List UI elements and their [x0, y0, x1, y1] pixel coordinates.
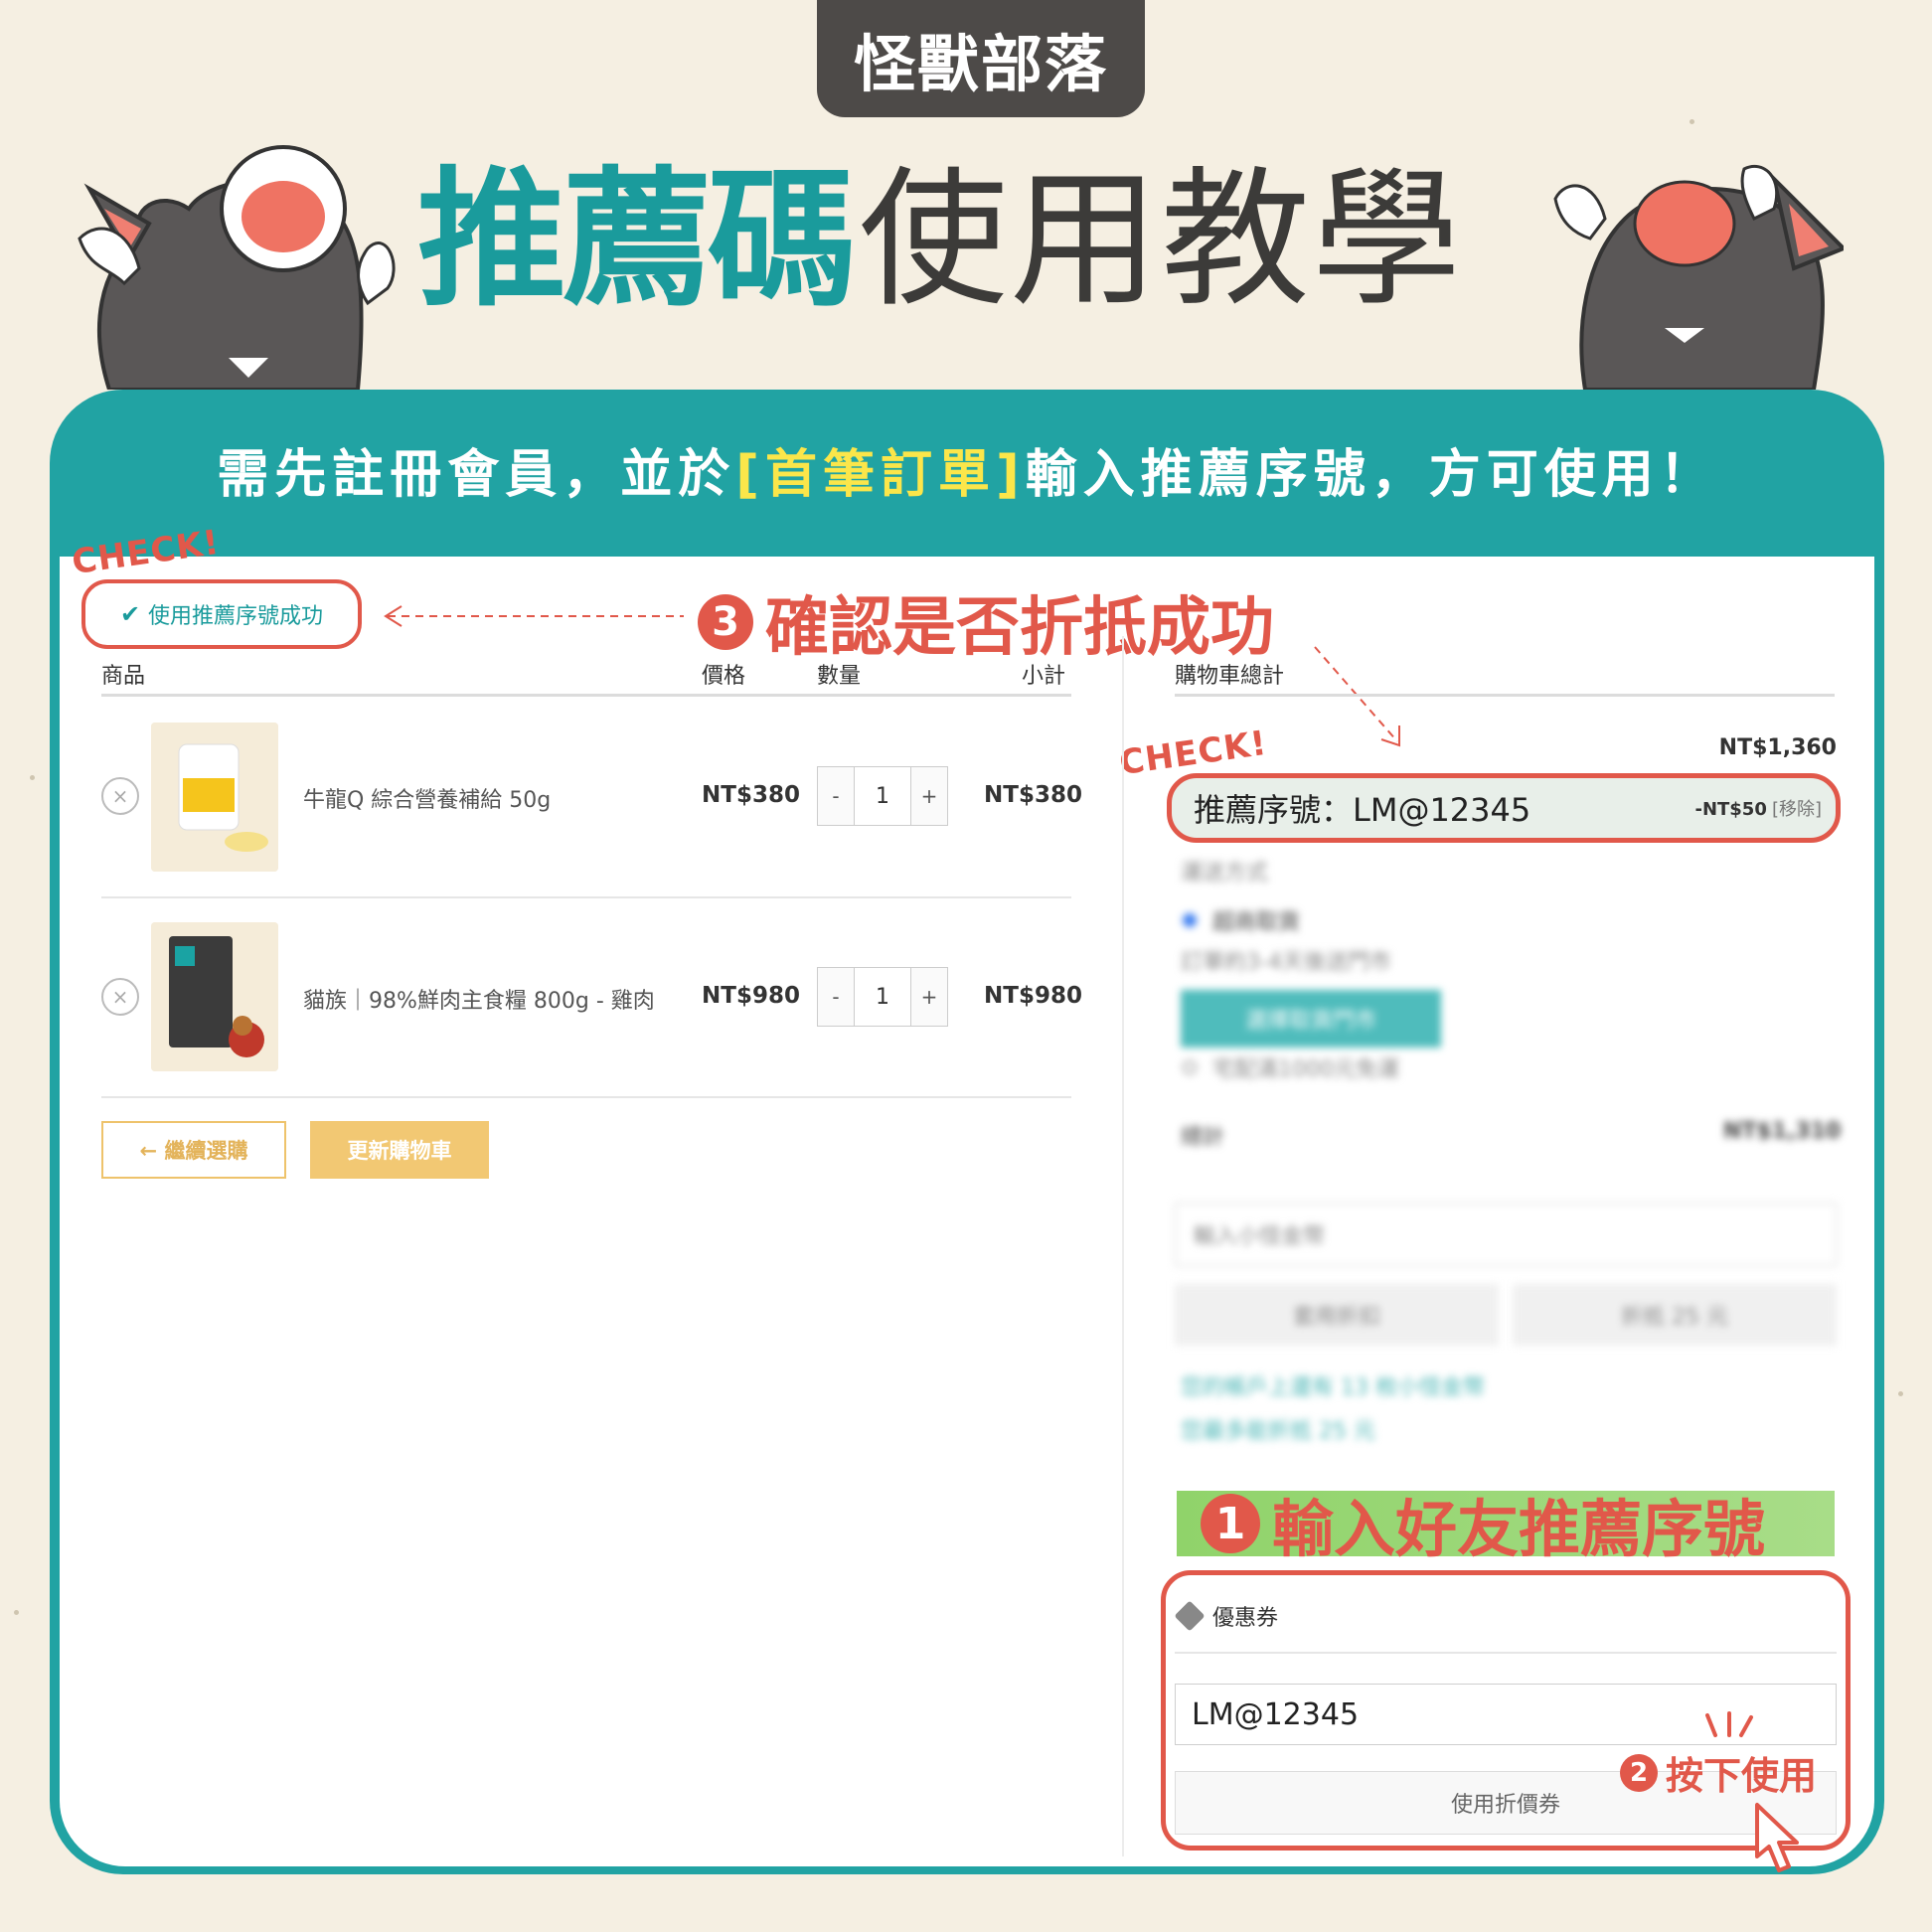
step2-text: 按下使用 [1666, 1754, 1818, 1798]
background-speck [30, 775, 35, 780]
background-speck [1690, 119, 1694, 124]
radio-icon [1183, 1060, 1197, 1074]
blurred-shipping-option: 超商取貨 [1183, 904, 1300, 936]
product-thumbnail [151, 922, 278, 1071]
remove-item-button[interactable]: × [101, 978, 139, 1016]
banner-highlight: [首筆訂單] [735, 444, 1026, 505]
product-name: 牛龍Q 綜合營養補給 50g [303, 788, 552, 813]
continue-shopping-button[interactable]: ← 繼續選購 [101, 1121, 286, 1179]
qty-value[interactable]: 1 [854, 767, 911, 825]
blurred-line: 您最多能折抵 25 元 [1181, 1419, 1375, 1444]
cat-mascot-right-illustration [1545, 139, 1844, 390]
tag-icon [1174, 1600, 1206, 1632]
blurred-line: 訂單約3-4天後送門市 [1181, 950, 1391, 975]
blurred-line: 您的帳戶上還有 13 枚小怪金幣 [1181, 1375, 1485, 1400]
step3-text: 確認是否折抵成功 [765, 591, 1274, 665]
blurred-line: 套用折扣 [1292, 1305, 1380, 1330]
dashed-arrow-down-icon [1314, 646, 1400, 747]
background-speck [14, 1610, 19, 1615]
blurred-line: 折抵 25 元 [1621, 1305, 1728, 1330]
background-speck [1898, 1391, 1903, 1396]
qty-value[interactable]: 1 [854, 968, 911, 1026]
row-divider [101, 896, 1071, 898]
success-label: 使用推薦序號成功 [148, 604, 324, 629]
product-subtotal: NT$980 [984, 983, 1082, 1009]
banner-text-2: 輸入推薦序號，方可使用！ [1025, 444, 1717, 505]
coupon-label: 優惠券 [1212, 1606, 1279, 1631]
coupon-divider [1175, 1652, 1837, 1654]
header-qty: 數量 [817, 664, 862, 689]
product-price: NT$980 [702, 983, 800, 1009]
step1-number: 1 [1201, 1494, 1260, 1553]
quantity-stepper[interactable]: - 1 + [817, 967, 948, 1027]
referral-remove-link[interactable]: [移除] [1772, 799, 1822, 820]
step2-annotation: 2 按下使用 [1620, 1745, 1817, 1800]
dashed-arrow-left-icon [384, 605, 684, 627]
blurred-coins-input: 輸入小怪金幣 [1175, 1203, 1837, 1266]
cat-mascot-left-illustration [70, 129, 398, 390]
column-divider [1122, 636, 1124, 1856]
blurred-delivery-option: 宅配滿1000元免運 [1183, 1051, 1399, 1083]
header-subtotal: 小計 [1022, 664, 1066, 689]
step1-annotation: 1 輸入好友推薦序號 [1177, 1491, 1835, 1565]
cart-subtotal-value: NT$1,360 [1718, 735, 1837, 760]
qty-increase-button[interactable]: + [911, 767, 947, 825]
step3-number: 3 [698, 594, 753, 650]
blurred-line: 選擇取貨門市 [1244, 1009, 1376, 1034]
step3-annotation: 3 確認是否折抵成功 [698, 576, 1274, 668]
blurred-store-button: 選擇取貨門市 [1181, 990, 1441, 1047]
blurred-line: 宅配滿1000元免運 [1212, 1057, 1399, 1082]
qty-decrease-button[interactable]: - [818, 767, 854, 825]
referral-discount-amount: -NT$50 [1694, 799, 1767, 820]
cart-total-divider [1175, 694, 1835, 697]
blurred-line: 總計 [1181, 1125, 1225, 1150]
qty-increase-button[interactable]: + [911, 968, 947, 1026]
referral-success-notice: ✔ 使用推薦序號成功 [81, 579, 362, 649]
product-price: NT$380 [702, 782, 800, 808]
blurred-line: NT$1,310 [1723, 1119, 1842, 1144]
header-product: 商品 [101, 664, 146, 689]
blurred-apply-discount-button: 套用折扣 [1175, 1284, 1499, 1346]
brand-logo-tab: 怪獸部落 [817, 0, 1145, 117]
blurred-line: 輸入小怪金幣 [1194, 1224, 1326, 1249]
header-price: 價格 [702, 664, 746, 689]
quantity-stepper[interactable]: - 1 + [817, 766, 948, 826]
blurred-total-value: NT$1,310 [1723, 1119, 1841, 1144]
blurred-line: 運送方式 [1181, 861, 1269, 886]
page-title: 推薦碼 使用教學 [417, 137, 1463, 327]
blurred-shipping-note: 訂單約3-4天後送門市 [1181, 944, 1391, 976]
referral-code-text: 推薦序號：LM@12345 [1194, 791, 1531, 829]
sparkle-icon [1705, 1711, 1753, 1737]
step1-text: 輸入好友推薦序號 [1272, 1493, 1766, 1565]
blurred-shipping-info: 運送方式 [1181, 855, 1268, 886]
row-divider [101, 1096, 1071, 1098]
cart-total-title: 購物車總計 [1175, 664, 1285, 689]
notice-banner: 需先註冊會員，並於 [首筆訂單] 輸入推薦序號，方可使用！ [50, 429, 1884, 509]
blurred-coins-note: 您的帳戶上還有 13 枚小怪金幣 您最多能折抵 25 元 [1181, 1369, 1485, 1445]
remove-item-button[interactable]: × [101, 777, 139, 815]
check-icon: ✔ [119, 600, 141, 628]
referral-code-applied-row: 推薦序號：LM@12345 -NT$50 [移除] [1167, 773, 1841, 843]
table-header-divider [101, 694, 1071, 697]
product-name: 貓族｜98%鮮肉主食糧 800g - 雞肉 [303, 989, 655, 1014]
radio-icon [1183, 913, 1197, 927]
title-rest: 使用教學 [859, 153, 1464, 327]
product-subtotal: NT$380 [984, 782, 1082, 808]
coupon-section-header: 優惠券 [1174, 1600, 1279, 1632]
step2-number: 2 [1620, 1753, 1658, 1792]
qty-decrease-button[interactable]: - [818, 968, 854, 1026]
blurred-line: 超商取貨 [1212, 910, 1301, 935]
brand-name: 怪獸部落 [853, 28, 1108, 100]
banner-text-1: 需先註冊會員，並於 [217, 444, 736, 505]
title-accent: 推薦碼 [417, 153, 857, 327]
blurred-total-label: 總計 [1181, 1119, 1224, 1151]
blurred-redeem-button: 折抵 25 元 [1513, 1284, 1837, 1346]
hand-cursor-icon [1755, 1803, 1799, 1872]
product-thumbnail [151, 723, 278, 872]
update-cart-button[interactable]: 更新購物車 [310, 1121, 489, 1179]
